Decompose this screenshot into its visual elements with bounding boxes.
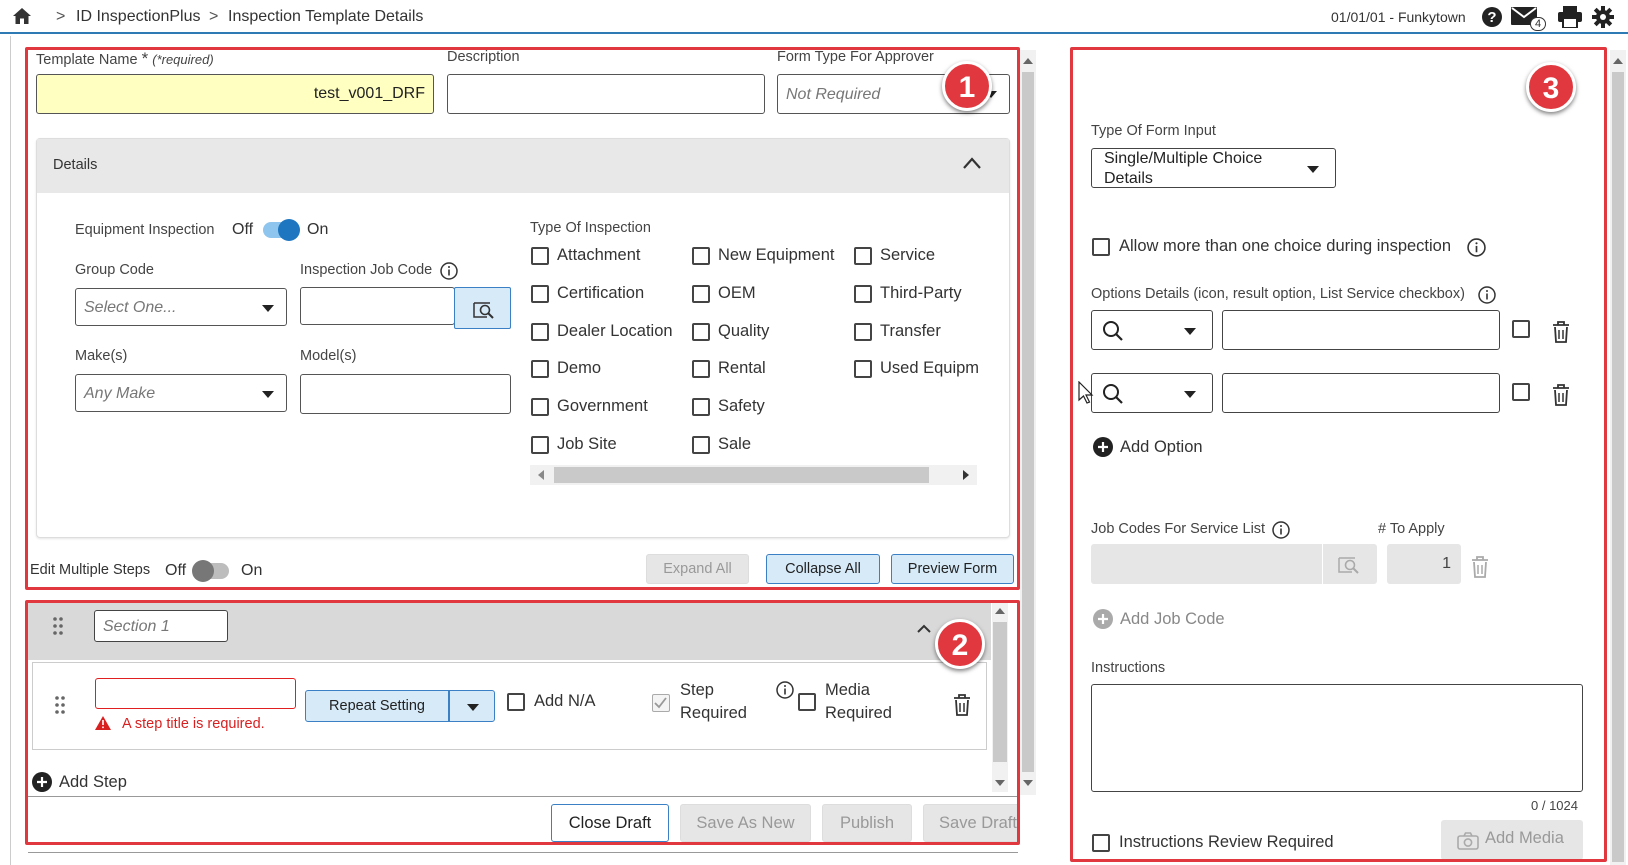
scrollbar-thumb[interactable]	[1612, 72, 1624, 862]
date-location: 01/01/01 - Funkytown	[1331, 9, 1466, 25]
mail-count-badge: 4	[1530, 17, 1546, 31]
annotation-box-3	[1070, 47, 1607, 862]
help-icon[interactable]: ?	[1481, 6, 1503, 28]
annotation-badge-3: 3	[1526, 62, 1576, 112]
svg-text:?: ?	[1487, 9, 1496, 26]
annotation-badge-1: 1	[942, 61, 992, 111]
breadcrumb-id-inspectionplus[interactable]: ID InspectionPlus	[76, 8, 201, 26]
home-icon[interactable]	[13, 8, 31, 24]
breadcrumb-current-page: Inspection Template Details	[228, 8, 424, 25]
top-bar: > ID InspectionPlus > Inspection Templat…	[0, 0, 1628, 34]
annotation-badge-2: 2	[935, 619, 985, 669]
print-icon[interactable]	[1558, 6, 1582, 28]
breadcrumb-separator: >	[209, 8, 219, 25]
annotation-box-1	[25, 47, 1020, 590]
scrollbar-thumb[interactable]	[1022, 72, 1034, 772]
left-panel-scrollbar[interactable]	[1020, 50, 1036, 795]
settings-gear-icon[interactable]	[1592, 6, 1614, 28]
left-panel-edge	[10, 36, 11, 865]
breadcrumb-separator: >	[56, 8, 66, 25]
annotation-box-2	[25, 600, 1020, 845]
right-panel-scrollbar[interactable]	[1610, 50, 1626, 865]
footer-bottom-divider	[28, 852, 1018, 853]
